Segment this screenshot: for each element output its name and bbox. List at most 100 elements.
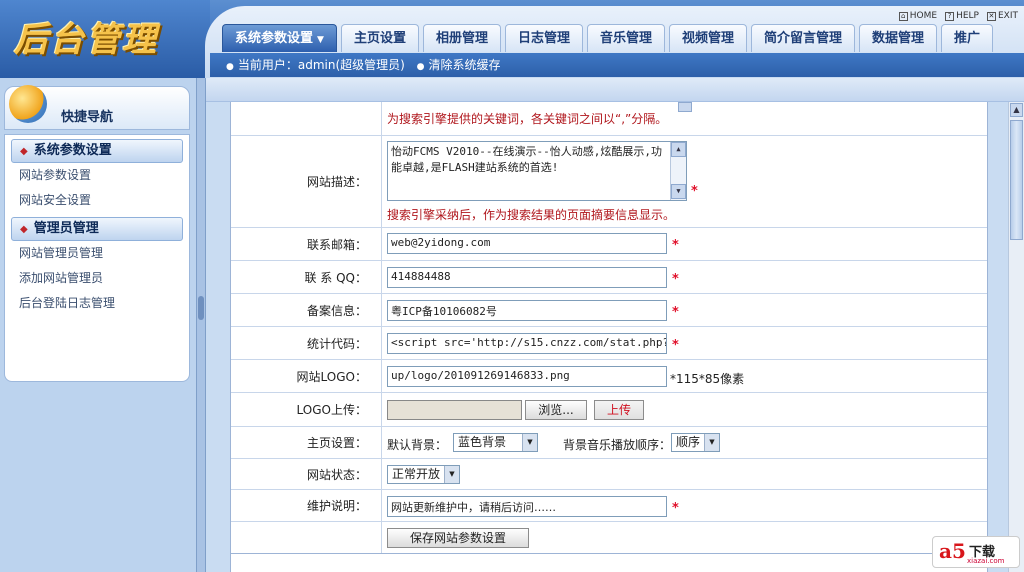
icp-field[interactable]: 粤ICP备10106082号 [387,300,667,321]
required-mark: * [672,272,679,287]
file-path-box[interactable] [387,400,522,420]
site-status-select[interactable]: 正常开放 ▼ [387,465,460,484]
page-scrollbar[interactable]: ▲ [1008,102,1024,572]
quick-nav-header: 快捷导航 [4,85,190,130]
tab-music[interactable]: 音乐管理 [586,24,665,52]
sidebar-splitter[interactable] [196,78,206,572]
maintenance-field[interactable]: 网站更新维护中，请稍后访问…… [387,496,667,517]
stats-code-field[interactable]: <script src='http://s15.cnzz.com/stat.ph… [387,333,667,354]
logo-path-field[interactable]: up/logo/201091269146833.png [387,366,667,387]
home-settings-row: 主页设置： 默认背景： 蓝色背景 ▼ 背景音乐播放顺序： 顺序 ▼ [231,427,987,459]
save-row-label [231,522,381,553]
sidebar-item-manage-admins[interactable]: 网站管理员管理 [5,241,189,266]
chevron-down-icon: ▼ [522,434,537,451]
header: 后台管理 ⌂ HOME ? HELP ✕ EXIT 系统参数设置 ▼ 主页设置 相册管理… [0,0,1024,78]
default-bg-label: 默认背景： [387,438,448,452]
maintenance-row: 维护说明： 网站更新维护中，请稍后访问…… * [231,490,987,522]
watermark-logo: a5 下载 xiazai.com [932,536,1020,568]
logo-upload-label: LOGO上传： [296,403,367,417]
music-order-select[interactable]: 顺序 ▼ [671,433,720,452]
tab-video[interactable]: 视频管理 [669,24,748,52]
home-link-label: HOME [909,11,938,21]
email-field[interactable]: web@2yidong.com [387,233,667,254]
save-row-value: 保存网站参数设置 [381,522,987,553]
help-link-label: HELP [956,11,979,21]
logo-area: 后台管理 [0,0,210,78]
current-user: 当前用户：admin(超级管理员) [237,58,405,72]
tab-intro-messages[interactable]: 简介留言管理 [751,24,856,52]
scroll-down-icon[interactable]: ▼ [671,184,686,199]
stats-label: 统计代码： [306,336,367,351]
stats-value: <script src='http://s15.cnzz.com/stat.ph… [381,327,987,359]
help-link[interactable]: ? HELP [945,11,979,21]
icp-row: 备案信息： 粤ICP备10106082号 * [231,294,987,327]
logo-upload-row: LOGO上传： 浏览... 上传 [231,393,987,427]
icp-value: 粤ICP备10106082号 * [381,294,987,326]
scroll-up-icon[interactable]: ▲ [671,142,686,157]
qq-value: 414884488 * [381,261,987,293]
keywords-textarea-scroll[interactable] [678,102,692,112]
quick-nav-title: 快捷导航 [61,110,114,125]
logo-value: up/logo/201091269146833.png *115*85像素 [381,360,987,392]
sidebar: 快捷导航 ◆ 系统参数设置 网站参数设置 网站安全设置 ◆ 管理员管理 网站管理员管… [0,78,196,572]
maintenance-label: 维护说明： [306,499,367,513]
main-content: 为搜索引擎提供的关键词，各关键词之间以“,”分隔。 网站描述： 怡动FCMS V… [206,78,1024,572]
default-bg-select[interactable]: 蓝色背景 ▼ [453,433,538,452]
keywords-hint: 为搜索引擎提供的关键词，各关键词之间以“,”分隔。 [387,112,668,126]
quick-nav-menu: ◆ 系统参数设置 网站参数设置 网站安全设置 ◆ 管理员管理 网站管理员管理 添加网… [4,134,190,382]
qq-row: 联 系 QQ： 414884488 * [231,261,987,294]
home-settings-label: 主页设置： [306,436,367,450]
chevron-down-icon: ▼ [444,466,459,483]
tab-album[interactable]: 相册管理 [422,24,501,52]
settings-form: 为搜索引擎提供的关键词，各关键词之间以“,”分隔。 网站描述： 怡动FCMS V… [230,102,988,572]
sidebar-item-login-log[interactable]: 后台登陆日志管理 [5,291,189,316]
chevron-down-icon: ▼ [704,434,719,451]
clear-cache-link[interactable]: 清除系统缓存 [429,58,501,72]
scroll-up-icon[interactable]: ▲ [1010,103,1023,117]
home-link[interactable]: ⌂ HOME [898,11,938,21]
required-mark: * [672,338,679,353]
tab-data[interactable]: 数据管理 [859,24,938,52]
sidebar-item-add-admin[interactable]: 添加网站管理员 [5,266,189,291]
status-value: 正常开放 ▼ [381,459,987,489]
bullet-icon: ● [226,62,234,72]
bullet-icon: ◆ [20,146,28,157]
logo-row: 网站LOGO： up/logo/201091269146833.png *115… [231,360,987,393]
keywords-value: 为搜索引擎提供的关键词，各关键词之间以“,”分隔。 [381,102,987,135]
scroll-thumb[interactable] [1010,120,1023,240]
quick-nav-icon [9,85,47,123]
default-bg-value: 蓝色背景 [458,435,507,449]
upload-button[interactable]: 上传 [594,400,644,420]
tab-home-settings[interactable]: 主页设置 [340,24,419,52]
nav-group-admin[interactable]: ◆ 管理员管理 [11,217,183,241]
tab-promotion[interactable]: 推广 [941,24,994,52]
watermark-sub: xiazai.com [967,557,1005,565]
description-row: 网站描述： 怡动FCMS V2010--在线演示--怡人动感,炫酷展示,功能卓越… [231,136,987,228]
tab-log[interactable]: 日志管理 [504,24,583,52]
status-row: 网站状态： 正常开放 ▼ [231,459,987,490]
save-row: 保存网站参数设置 [231,522,987,554]
description-label: 网站描述： [306,175,367,189]
sidebar-item-site-security[interactable]: 网站安全设置 [5,188,189,213]
nav-group-label: 系统参数设置 [33,143,112,158]
sidebar-item-site-params[interactable]: 网站参数设置 [5,163,189,188]
qq-field[interactable]: 414884488 [387,267,667,288]
nav-group-system-settings[interactable]: ◆ 系统参数设置 [11,139,183,163]
description-value: 怡动FCMS V2010--在线演示--怡人动感,炫酷展示,功能卓越,是FLAS… [381,136,987,227]
exit-icon: ✕ [986,11,996,21]
collapse-handle[interactable] [198,296,204,320]
bullet-icon: ● [416,62,425,72]
exit-link[interactable]: ✕ EXIT [986,11,1018,21]
top-links: ⌂ HOME ? HELP ✕ EXIT [898,11,1018,21]
description-hint: 搜索引擎采纳后，作为搜索结果的页面摘要信息显示。 [387,208,676,222]
home-settings-value: 默认背景： 蓝色背景 ▼ 背景音乐播放顺序： 顺序 ▼ [381,427,987,458]
save-settings-button[interactable]: 保存网站参数设置 [387,528,529,548]
qq-label: 联 系 QQ： [304,270,367,285]
description-textarea[interactable]: 怡动FCMS V2010--在线演示--怡人动感,炫酷展示,功能卓越,是FLAS… [387,141,687,201]
description-text: 怡动FCMS V2010--在线演示--怡人动感,炫酷展示,功能卓越,是FLAS… [391,145,662,174]
browse-button[interactable]: 浏览... [525,400,587,420]
textarea-scrollbar[interactable]: ▲ ▼ [670,142,686,200]
status-label: 网站状态： [306,467,367,482]
tab-system-settings[interactable]: 系统参数设置 ▼ [222,24,337,52]
email-value: web@2yidong.com * [381,228,987,260]
